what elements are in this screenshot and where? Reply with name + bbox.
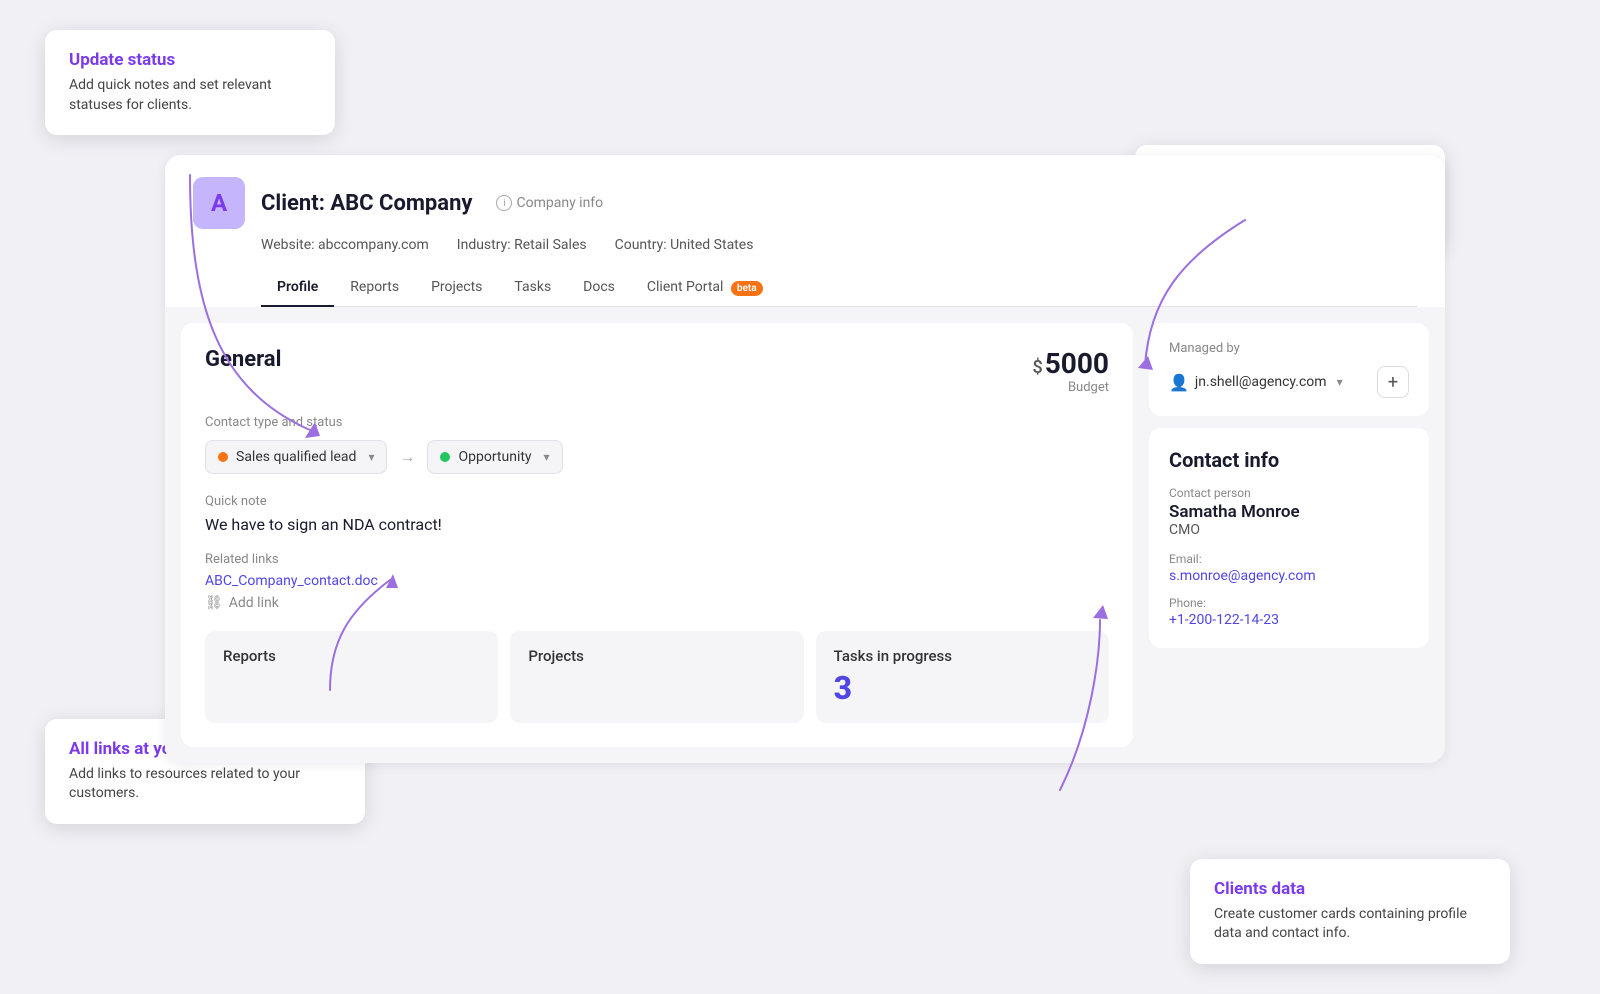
status-to-label: Opportunity xyxy=(458,449,531,465)
contact-phone[interactable]: +1-200-122-14-23 xyxy=(1169,612,1409,628)
company-info-label: Company info xyxy=(516,195,603,211)
managed-by-card: Managed by 👤 jn.shell@agency.com ▾ + xyxy=(1149,323,1429,416)
clients-data-text: Create customer cards containing profile… xyxy=(1214,905,1486,944)
clients-data-title: Clients data xyxy=(1214,879,1486,899)
budget-label: Budget xyxy=(1033,380,1110,395)
budget-amount: $5000 xyxy=(1033,347,1110,380)
right-sidebar: Managed by 👤 jn.shell@agency.com ▾ + Con… xyxy=(1149,323,1429,747)
quick-note-text: We have to sign an NDA contract! xyxy=(205,515,1109,534)
arrow-right-icon: → xyxy=(399,447,415,467)
manager-row: 👤 jn.shell@agency.com ▾ + xyxy=(1169,366,1409,398)
client-industry: Industry: Retail Sales xyxy=(457,237,587,253)
general-header: General $5000 Budget xyxy=(205,347,1109,395)
general-title: General xyxy=(205,347,281,372)
contact-info-card: Contact info Contact person Samatha Monr… xyxy=(1149,428,1429,648)
company-info-link[interactable]: i Company info xyxy=(496,195,603,211)
contact-type-label: Contact type and status xyxy=(205,415,1109,430)
reports-card[interactable]: Reports xyxy=(205,631,498,723)
tab-profile[interactable]: Profile xyxy=(261,269,334,307)
beta-badge: beta xyxy=(731,281,763,296)
reports-label: Reports xyxy=(223,647,276,665)
person-icon: 👤 xyxy=(1169,373,1189,392)
chevron-down-icon: ▾ xyxy=(368,450,374,464)
budget-symbol: $ xyxy=(1033,357,1043,378)
contact-info-title: Contact info xyxy=(1169,448,1409,472)
update-status-tooltip: Update status Add quick notes and set re… xyxy=(45,30,335,135)
contact-email[interactable]: s.monroe@agency.com xyxy=(1169,568,1409,584)
add-manager-button[interactable]: + xyxy=(1377,366,1409,398)
manager-info: 👤 jn.shell@agency.com ▾ xyxy=(1169,373,1343,392)
contact-person-name: Samatha Monroe xyxy=(1169,502,1409,522)
related-link[interactable]: ABC_Company_contact.doc xyxy=(205,573,1109,589)
add-link-button[interactable]: ⛓ Add link xyxy=(205,595,1109,611)
tab-client-portal[interactable]: Client Portal beta xyxy=(631,269,779,307)
client-header: A Client: ABC Company i Company info Web… xyxy=(165,155,1445,307)
manager-chevron-icon: ▾ xyxy=(1337,375,1343,389)
quick-note-label: Quick note xyxy=(205,494,1109,509)
projects-label: Projects xyxy=(528,647,584,665)
budget-section: $5000 Budget xyxy=(1033,347,1110,395)
contact-phone-label: Phone: xyxy=(1169,596,1409,610)
client-meta: Website: abccompany.com Industry: Retail… xyxy=(261,237,1417,253)
status-from-label: Sales qualified lead xyxy=(236,449,356,465)
client-title-row: A Client: ABC Company i Company info xyxy=(193,177,1417,229)
client-country: Country: United States xyxy=(615,237,754,253)
bottom-cards: Reports Projects Tasks in progress 3 xyxy=(205,631,1109,723)
contact-email-label: Email: xyxy=(1169,552,1409,566)
update-status-text: Add quick notes and set relevant statuse… xyxy=(69,76,311,115)
tasks-count: 3 xyxy=(834,669,1091,707)
main-panel: A Client: ABC Company i Company info Web… xyxy=(165,155,1445,763)
tasks-card[interactable]: Tasks in progress 3 xyxy=(816,631,1109,723)
client-website: Website: abccompany.com xyxy=(261,237,429,253)
add-link-label: Add link xyxy=(229,595,279,611)
tasks-label: Tasks in progress xyxy=(834,647,952,665)
client-name: Client: ABC Company xyxy=(261,191,472,216)
info-icon: i xyxy=(496,195,512,211)
status-row: Sales qualified lead ▾ → Opportunity ▾ xyxy=(205,440,1109,474)
tab-projects[interactable]: Projects xyxy=(415,269,498,307)
client-avatar: A xyxy=(193,177,245,229)
chevron-down-icon-2: ▾ xyxy=(544,450,550,464)
projects-card[interactable]: Projects xyxy=(510,631,803,723)
green-dot xyxy=(440,452,450,462)
content-area: General $5000 Budget Contact type and st… xyxy=(165,307,1445,763)
budget-value: 5000 xyxy=(1045,347,1109,380)
status-from-dropdown[interactable]: Sales qualified lead ▾ xyxy=(205,440,387,474)
all-links-text: Add links to resources related to your c… xyxy=(69,765,341,804)
contact-person-role: CMO xyxy=(1169,522,1409,538)
manager-email: jn.shell@agency.com xyxy=(1195,374,1327,390)
status-to-dropdown[interactable]: Opportunity ▾ xyxy=(427,440,562,474)
clients-data-tooltip: Clients data Create customer cards conta… xyxy=(1190,859,1510,964)
related-links-label: Related links xyxy=(205,552,1109,567)
nav-tabs: Profile Reports Projects Tasks Docs Clie… xyxy=(261,269,1417,307)
link-icon: ⛓ xyxy=(205,595,223,611)
update-status-title: Update status xyxy=(69,50,311,70)
tab-docs[interactable]: Docs xyxy=(567,269,631,307)
orange-dot xyxy=(218,452,228,462)
tab-tasks[interactable]: Tasks xyxy=(498,269,567,307)
managed-by-label: Managed by xyxy=(1169,341,1409,356)
general-card: General $5000 Budget Contact type and st… xyxy=(181,323,1133,747)
contact-person-label: Contact person xyxy=(1169,486,1409,500)
tab-reports[interactable]: Reports xyxy=(334,269,415,307)
